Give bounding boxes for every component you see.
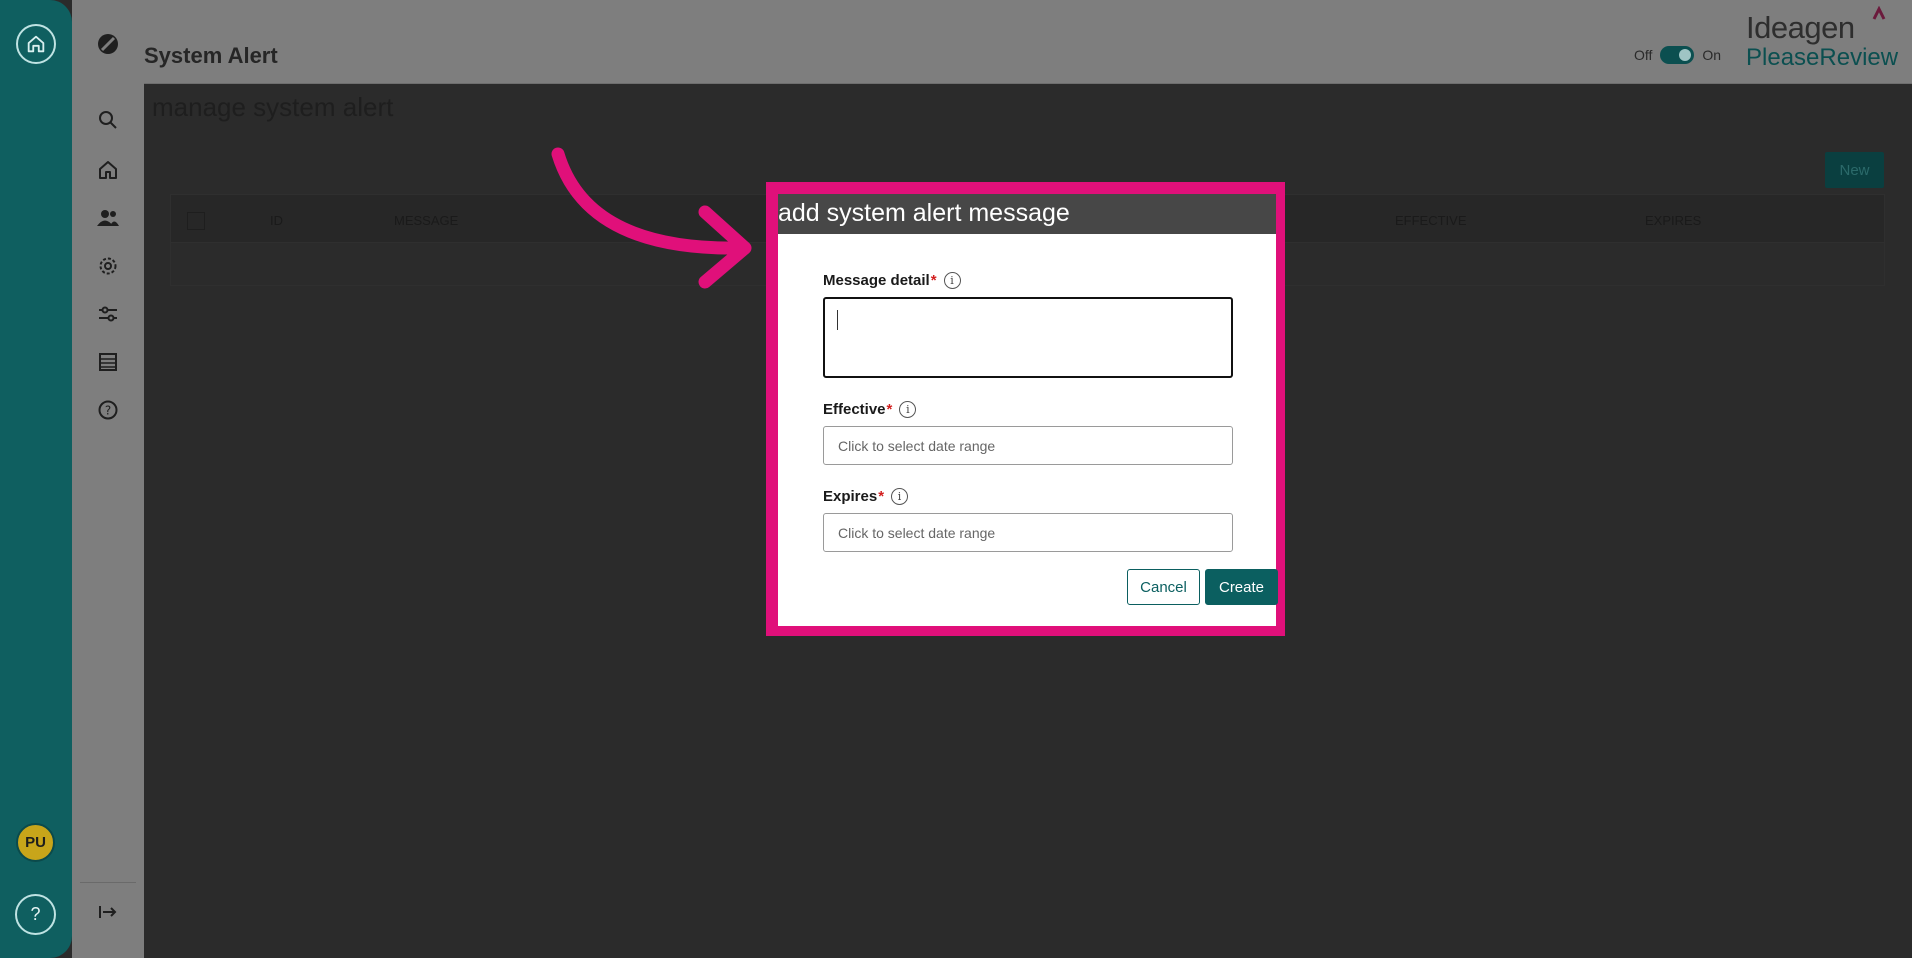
help-icon[interactable]: ? [15, 894, 56, 935]
search-icon[interactable] [94, 106, 122, 134]
required-mark: * [886, 401, 893, 418]
message-detail-textarea[interactable] [823, 297, 1233, 378]
alert-toggle-group: Off On [1634, 46, 1721, 64]
info-icon[interactable]: i [943, 272, 961, 289]
column-effective[interactable]: EFFECTIVE [1395, 213, 1467, 228]
info-icon[interactable]: i [899, 401, 917, 418]
info-icon[interactable]: i [891, 488, 909, 505]
toggle-on-label: On [1702, 47, 1722, 63]
add-alert-dialog: add system alert message Message detail *… [778, 194, 1278, 626]
content-title: manage system alert [152, 92, 394, 122]
product-name: PleaseReview [1746, 44, 1899, 71]
effective-label: Effective * i [823, 401, 917, 418]
system-alert-toggle[interactable] [1660, 46, 1695, 64]
cancel-button[interactable]: Cancel [1127, 569, 1200, 605]
message-detail-label-text: Message detail [823, 272, 930, 289]
svg-text:?: ? [105, 404, 111, 418]
sliders-icon[interactable] [94, 300, 122, 328]
column-message[interactable]: MESSAGE [394, 213, 458, 228]
home-nav-icon[interactable] [94, 156, 122, 184]
logo-icon[interactable] [94, 30, 122, 58]
gear-icon[interactable] [94, 252, 122, 280]
message-detail-label: Message detail * i [823, 272, 961, 289]
effective-label-text: Effective [823, 401, 886, 418]
new-button[interactable]: New [1825, 152, 1884, 188]
column-id[interactable]: ID [270, 213, 283, 228]
page-title: System Alert [144, 43, 278, 68]
home-icon[interactable] [16, 24, 56, 64]
question-icon[interactable]: ? [94, 396, 122, 424]
sidebar: ? [72, 0, 144, 958]
toggle-knob [1679, 49, 1692, 61]
required-mark: * [930, 272, 937, 289]
brand-mark-icon [1872, 6, 1886, 20]
text-caret [837, 310, 838, 330]
column-expires[interactable]: EXPIRES [1645, 213, 1701, 228]
create-button[interactable]: Create [1205, 569, 1278, 605]
users-icon[interactable] [94, 204, 122, 232]
expires-label-text: Expires [823, 488, 878, 505]
toggle-off-label: Off [1634, 47, 1653, 63]
annotation-arrow [551, 147, 752, 289]
select-all-checkbox[interactable] [187, 212, 205, 230]
page-header: System Alert Off On Ideagen PleaseReview [144, 0, 1912, 84]
list-icon[interactable] [94, 348, 122, 376]
required-mark: * [878, 488, 885, 505]
avatar[interactable]: PU [16, 823, 55, 862]
expand-sidebar-icon[interactable] [94, 898, 122, 926]
effective-date-input[interactable]: Click to select date range [823, 426, 1233, 465]
expires-date-input[interactable]: Click to select date range [823, 513, 1233, 552]
sidebar-divider [80, 882, 136, 883]
app-rail: PU ? [0, 0, 72, 958]
dialog-title: add system alert message [778, 194, 1276, 234]
expires-label: Expires * i [823, 488, 909, 505]
